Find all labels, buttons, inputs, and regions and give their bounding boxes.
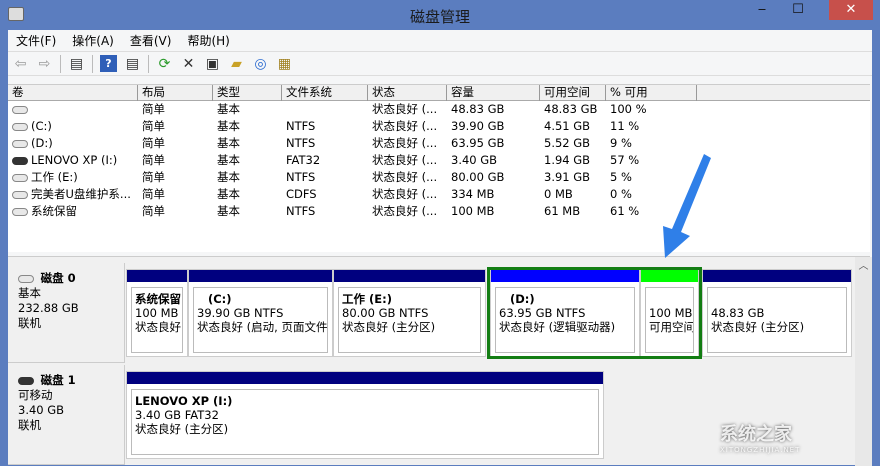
watermark-text: 系统之家 bbox=[720, 424, 792, 445]
watermark: 系统之家 XITONGZHIJIA.NET bbox=[720, 420, 800, 454]
annotation-arrow-icon bbox=[663, 154, 711, 258]
watermark-subtext: XITONGZHIJIA.NET bbox=[720, 446, 801, 454]
